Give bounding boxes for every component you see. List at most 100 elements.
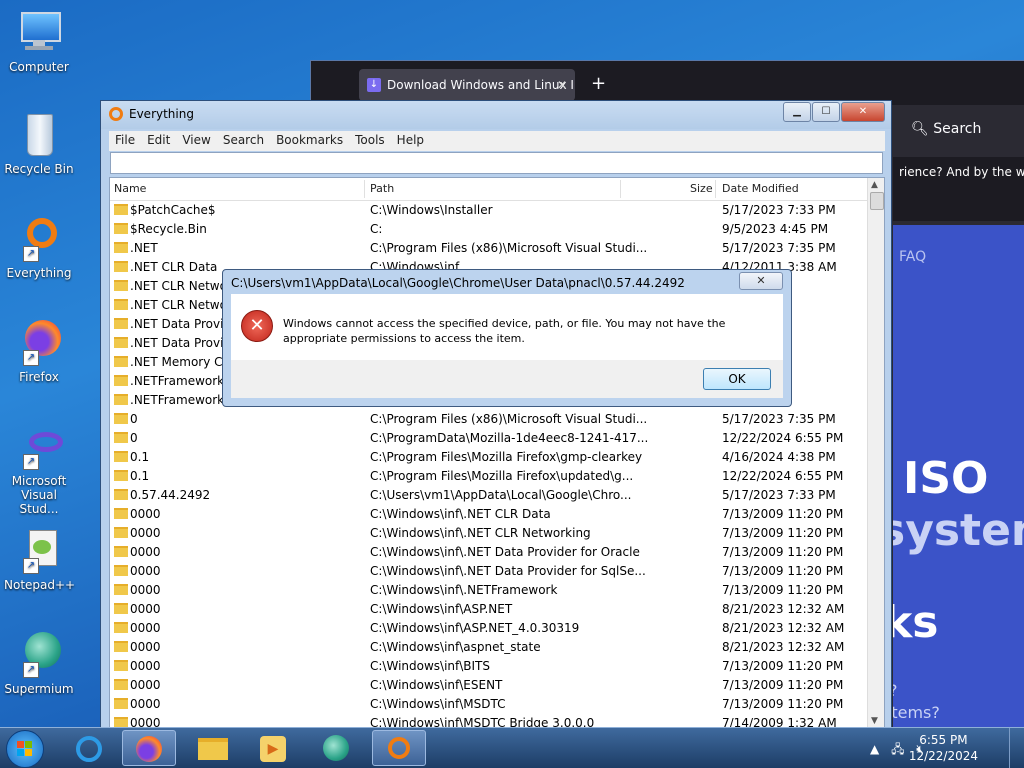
column-header-path[interactable]: Path: [370, 182, 394, 195]
desktop-icon-notepad-plus-plus[interactable]: ↗ Notepad++: [4, 526, 75, 592]
row-path: C:\Windows\inf\aspnet_state: [370, 640, 541, 654]
column-divider[interactable]: [364, 180, 365, 198]
show-hidden-icons-icon[interactable]: ▲: [870, 742, 879, 756]
error-icon: ✕: [241, 310, 273, 342]
taskbar-media-player[interactable]: ▶: [246, 730, 300, 766]
folder-icon: [114, 280, 128, 291]
folder-icon: [114, 375, 128, 386]
row-path: C:\Program Files\Mozilla Firefox\updated…: [370, 469, 634, 483]
table-row[interactable]: $PatchCache$ C:\Windows\Installer 5/17/202…: [110, 201, 884, 220]
row-path: C:\Windows\inf\ASP.NET_4.0.30319: [370, 621, 580, 635]
taskbar-firefox[interactable]: [122, 730, 176, 766]
column-header-date[interactable]: Date Modified: [722, 182, 799, 195]
menu-view[interactable]: View: [176, 131, 216, 149]
desktop-icon-label: Supermium: [4, 682, 74, 696]
table-row[interactable]: 0000 C:\Windows\inf\ESENT 7/13/2009 11:20 …: [110, 676, 884, 695]
table-row[interactable]: 0 C:\ProgramData\Mozilla-1de4eec8-1241-41…: [110, 429, 884, 448]
table-row[interactable]: 0000 C:\Windows\inf\.NET Data Provider fo…: [110, 543, 884, 562]
notepad-plus-plus-icon: ↗: [15, 526, 63, 574]
maximize-button[interactable]: ☐: [812, 102, 840, 122]
row-path: C:\Program Files\Mozilla Firefox\gmp-cle…: [370, 450, 643, 464]
computer-icon: [15, 8, 63, 56]
table-row[interactable]: 0000 C:\Windows\inf\.NET CLR Data 7/13/200…: [110, 505, 884, 524]
table-row[interactable]: .NET C:\Program Files (x86)\Microsoft Vis…: [110, 239, 884, 258]
shortcut-arrow-icon: ↗: [23, 454, 39, 470]
close-tab-icon[interactable]: ✕: [557, 69, 567, 101]
row-name: 0000: [130, 659, 161, 673]
minimize-button[interactable]: ▁: [783, 102, 811, 122]
menu-search[interactable]: Search: [217, 131, 270, 149]
start-button[interactable]: [6, 730, 44, 768]
error-dialog[interactable]: C:\Users\vm1\AppData\Local\Google\Chrome…: [222, 269, 792, 407]
table-row[interactable]: 0000 C:\Windows\inf\aspnet_state 8/21/2023…: [110, 638, 884, 657]
menu-edit[interactable]: Edit: [141, 131, 176, 149]
row-date: 5/17/2023 7:35 PM: [722, 241, 836, 255]
desktop-icon-computer[interactable]: Computer: [4, 8, 74, 74]
menu-tools[interactable]: Tools: [349, 131, 391, 149]
taskbar-supermium[interactable]: [310, 730, 364, 766]
scroll-down-icon[interactable]: ▼: [871, 716, 878, 726]
scroll-up-icon[interactable]: ▲: [871, 180, 878, 190]
firefox-icon: ↗: [15, 318, 63, 366]
table-row[interactable]: 0000 C:\Windows\inf\.NET CLR Networking 7/…: [110, 524, 884, 543]
dialog-close-button[interactable]: ✕: [739, 272, 783, 290]
menu-file[interactable]: File: [109, 131, 141, 149]
row-name: 0.1: [130, 450, 150, 464]
taskbar-internet-explorer[interactable]: [62, 730, 116, 766]
show-desktop-button[interactable]: [1009, 728, 1024, 768]
folder-icon: [114, 584, 128, 595]
table-row[interactable]: 0000 C:\Windows\inf\ASP.NET_4.0.30319 8/21…: [110, 619, 884, 638]
row-date: 7/13/2009 11:20 PM: [722, 659, 844, 673]
results-list[interactable]: Name Path Size Date Modified $PatchCache…: [109, 177, 885, 729]
table-row[interactable]: 0.57.44.2492 C:\Users\vm1\AppData\Local\G…: [110, 486, 884, 505]
desktop-icon-label: Microsoft Visual Stud...: [11, 474, 67, 516]
download-icon: ↓: [367, 78, 381, 92]
visual-studio-icon: ↗: [15, 422, 63, 470]
table-row[interactable]: 0000 C:\Windows\inf\MSDTC 7/13/2009 11:20 …: [110, 695, 884, 714]
table-row[interactable]: 0.1 C:\Program Files\Mozilla Firefox\gmp-…: [110, 448, 884, 467]
table-row[interactable]: 0000 C:\Windows\inf\ASP.NET 8/21/2023 12:3…: [110, 600, 884, 619]
everything-window[interactable]: Everything ▁ ☐ ✕ File Edit View Search Bookmar…: [100, 100, 892, 732]
clock[interactable]: 6:55 PM 12/22/2024: [909, 732, 978, 764]
page-heading-1: ISO: [903, 453, 989, 504]
table-row[interactable]: 0000 C:\Windows\inf\.NETFramework 7/13/200…: [110, 581, 884, 600]
row-path: C:\Windows\inf\ESENT: [370, 678, 503, 692]
table-row[interactable]: 0000 C:\Windows\inf\BITS 7/13/2009 11:20 P…: [110, 657, 884, 676]
new-tab-button[interactable]: +: [591, 73, 606, 94]
close-button[interactable]: ✕: [841, 102, 885, 122]
ok-button[interactable]: OK: [703, 368, 771, 390]
table-row[interactable]: 0.1 C:\Program Files\Mozilla Firefox\upda…: [110, 467, 884, 486]
search-icon: 🔍︎: [911, 121, 929, 137]
desktop-icon-everything[interactable]: ↗ Everything: [4, 214, 74, 280]
column-divider[interactable]: [715, 180, 716, 198]
everything-titlebar[interactable]: Everything ▁ ☐ ✕: [101, 101, 891, 129]
taskbar-everything[interactable]: [372, 730, 426, 766]
page-faq-link[interactable]: FAQ: [899, 249, 926, 265]
desktop-icon-firefox[interactable]: ↗ Firefox: [4, 318, 74, 384]
table-row[interactable]: 0000 C:\Windows\inf\.NET Data Provider fo…: [110, 562, 884, 581]
desktop-icon-supermium[interactable]: ↗ Supermium: [4, 630, 74, 696]
menu-bookmarks[interactable]: Bookmarks: [270, 131, 349, 149]
browser-search[interactable]: 🔍︎ Search: [911, 121, 981, 137]
row-date: 8/21/2023 12:32 AM: [722, 621, 845, 635]
column-divider[interactable]: [620, 180, 621, 198]
desktop-icon-visual-studio[interactable]: ↗ Microsoft Visual Stud...: [4, 422, 74, 516]
column-header-name[interactable]: Name: [114, 182, 146, 195]
folder-icon: [114, 261, 128, 272]
row-date: 7/13/2009 11:20 PM: [722, 526, 844, 540]
row-date: 7/13/2009 11:20 PM: [722, 545, 844, 559]
menu-help[interactable]: Help: [391, 131, 430, 149]
column-header-size[interactable]: Size: [690, 182, 713, 195]
vertical-scrollbar[interactable]: ▲ ▼: [867, 178, 884, 728]
folder-icon: [114, 299, 128, 310]
table-row[interactable]: $Recycle.Bin C: 9/5/2023 4:45 PM: [110, 220, 884, 239]
taskbar-file-explorer[interactable]: [186, 730, 240, 766]
browser-tab[interactable]: ↓ Download Windows and Linux I ✕: [359, 69, 575, 101]
search-input[interactable]: [110, 152, 883, 174]
network-icon[interactable]: 🖧︎: [891, 742, 904, 756]
scroll-thumb[interactable]: [870, 192, 884, 210]
browser-page-content: FAQ ISO system ks ? stems?: [893, 225, 1024, 731]
browser-tab-title: Download Windows and Linux I: [387, 78, 574, 92]
desktop-icon-recycle-bin[interactable]: Recycle Bin: [4, 110, 74, 176]
table-row[interactable]: 0 C:\Program Files (x86)\Microsoft Visual…: [110, 410, 884, 429]
